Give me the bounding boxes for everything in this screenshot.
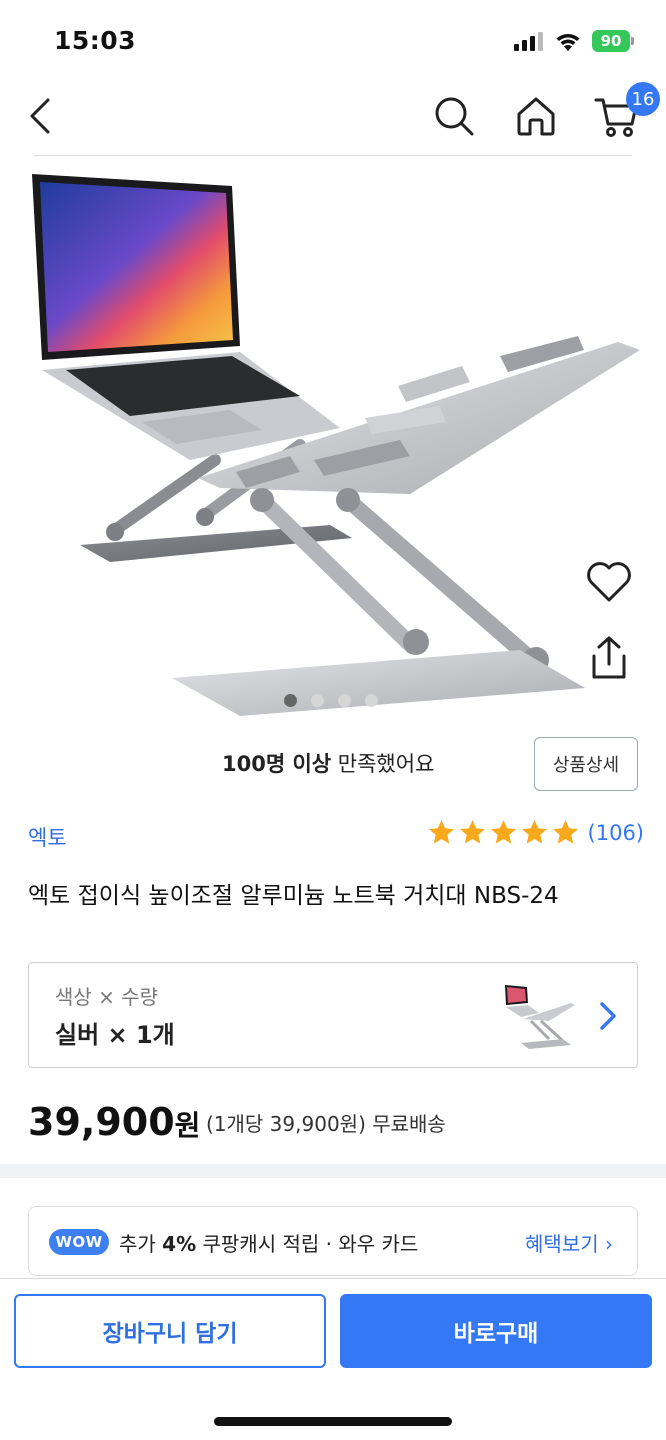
wow-badge: WOW	[49, 1229, 109, 1255]
price: 39,900원	[28, 1100, 200, 1144]
add-to-cart-button[interactable]: 장바구니 담기	[14, 1294, 326, 1368]
cellular-signal-icon	[514, 32, 543, 51]
share-icon[interactable]	[586, 634, 632, 682]
option-label: 색상 × 수량	[55, 985, 159, 1009]
home-indicator[interactable]	[214, 1417, 452, 1426]
option-thumbnail	[505, 985, 575, 1049]
back-arrow-icon[interactable]	[24, 92, 60, 140]
battery-indicator: 90	[592, 30, 634, 52]
wow-percent: 4%	[162, 1232, 197, 1256]
star-icon	[521, 820, 547, 844]
battery-level: 90	[592, 30, 630, 52]
satisfaction-rest: 만족했어요	[337, 752, 435, 776]
pagination-dot[interactable]	[311, 694, 324, 707]
nav-divider	[34, 155, 632, 156]
wow-suffix: 쿠팡캐시 적립 · 와우 카드	[202, 1232, 419, 1256]
buy-now-button[interactable]: 바로구매	[340, 1294, 652, 1368]
search-icon[interactable]	[432, 94, 476, 138]
gallery-pagination-dots	[284, 694, 378, 707]
rating[interactable]: (106)	[427, 818, 644, 847]
pagination-dot[interactable]	[365, 694, 378, 707]
status-time: 15:03	[54, 26, 137, 55]
pagination-dot[interactable]	[284, 694, 297, 707]
product-title: 엑토 접이식 높이조절 알루미늄 노트북 거치대 NBS-24	[28, 883, 559, 909]
section-divider	[0, 1164, 666, 1178]
status-bar: 15:03 90	[0, 0, 666, 84]
bottom-action-bar: 장바구니 담기 바로구매	[0, 1278, 666, 1440]
price-currency: 원	[174, 1109, 201, 1142]
top-nav-bar	[0, 84, 666, 156]
star-icon	[459, 820, 485, 844]
review-count[interactable]: (106)	[588, 821, 644, 845]
star-icon	[490, 820, 516, 844]
star-icon	[552, 820, 578, 844]
option-value: 실버 × 1개	[55, 1021, 175, 1049]
option-selector[interactable]: 색상 × 수량 실버 × 1개	[28, 962, 638, 1068]
chevron-right-icon	[600, 1002, 616, 1030]
laptop-stand-illustration	[32, 174, 640, 716]
satisfaction-highlight: 100명 이상	[222, 752, 332, 776]
status-icons: 90	[514, 30, 634, 52]
wishlist-heart-icon[interactable]	[584, 558, 634, 606]
brand-link[interactable]: 엑토	[28, 822, 67, 852]
wifi-icon	[556, 34, 580, 51]
unit-price-shipping: (1개당 39,900원) 무료배송	[206, 1112, 446, 1136]
star-icon	[428, 820, 454, 844]
price-amount: 39,900	[28, 1100, 175, 1144]
product-detail-button[interactable]: 상품상세	[534, 737, 638, 791]
wow-benefit-banner[interactable]: WOW 추가 4% 쿠팡캐시 적립 · 와우 카드 혜택보기 ›	[28, 1206, 638, 1276]
pagination-dot[interactable]	[338, 694, 351, 707]
home-icon[interactable]	[514, 94, 558, 138]
wow-benefit-text: 추가 4% 쿠팡캐시 적립 · 와우 카드	[119, 1228, 418, 1257]
satisfaction-summary: 100명 이상 만족했어요	[222, 748, 434, 778]
product-image[interactable]	[0, 160, 666, 720]
cart-count-badge: 16	[626, 82, 660, 116]
view-benefits-link[interactable]: 혜택보기 ›	[525, 1228, 613, 1257]
wow-prefix: 추가	[119, 1232, 156, 1256]
